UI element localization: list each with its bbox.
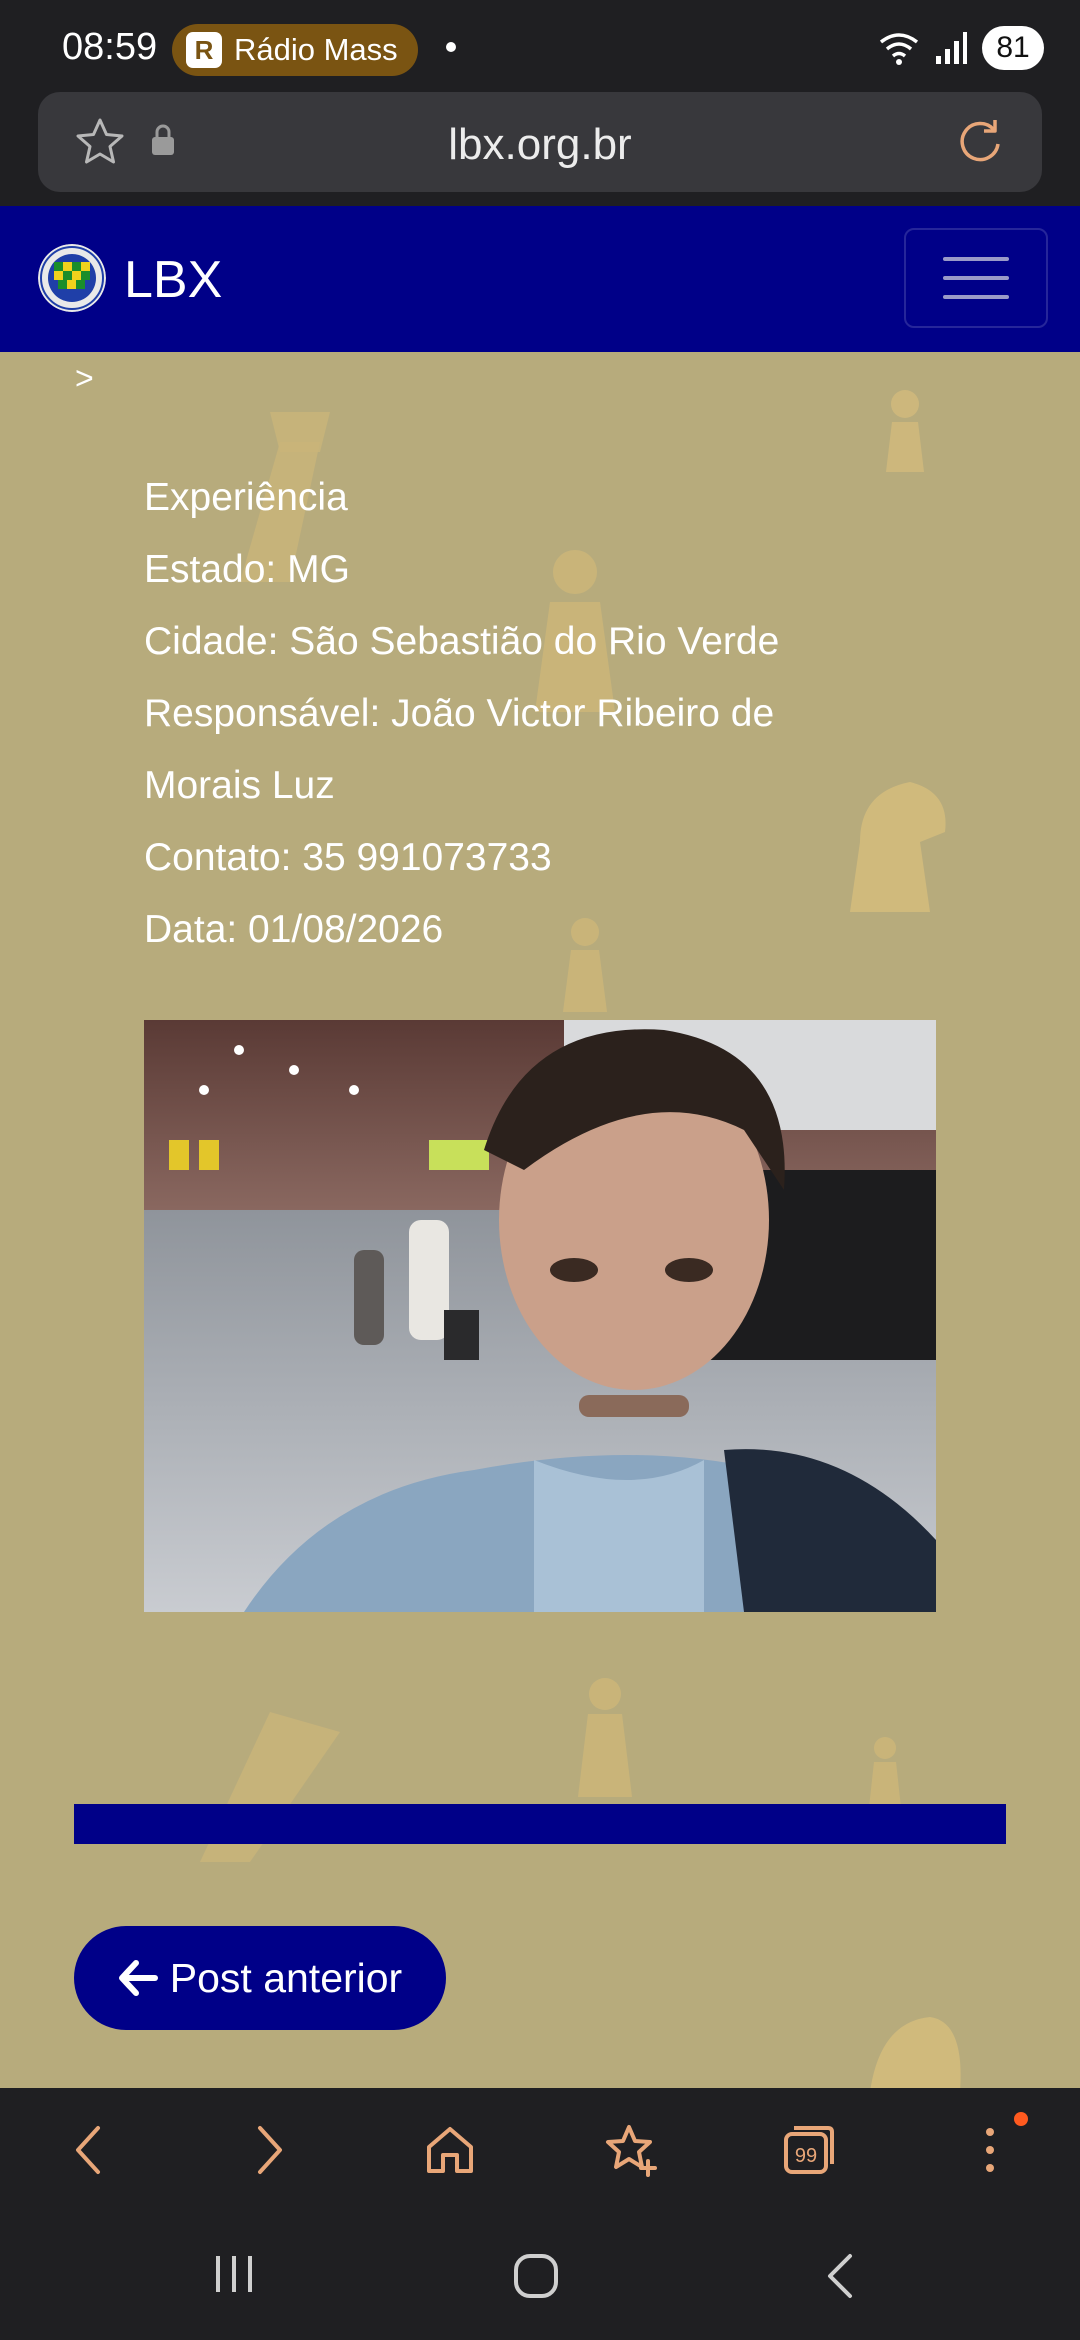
svg-text:99: 99: [795, 2145, 817, 2167]
forward-icon: [258, 2126, 282, 2174]
bookmarks-button[interactable]: [598, 2118, 662, 2182]
page-content: > Experiência Estado: MG Cidade: São Seb…: [0, 352, 1080, 2088]
post-contato: Contato: 35 991073733: [144, 836, 552, 879]
tabs-icon: 99: [784, 2126, 834, 2174]
browser-toolbar: 99: [0, 2088, 1080, 2212]
hamburger-line: [943, 295, 1009, 299]
arrow-left-icon: [118, 1960, 158, 1996]
section-divider: [74, 1804, 1006, 1844]
post-estado: Estado: MG: [144, 548, 350, 591]
reload-icon[interactable]: [954, 116, 1006, 168]
globe-logo-icon: [38, 244, 106, 312]
back-icon: [76, 2126, 100, 2174]
pawn-watermark-icon: [886, 390, 924, 472]
lbx-logo[interactable]: [38, 244, 106, 312]
post-photo: [144, 1020, 936, 1612]
wifi-icon: [879, 33, 919, 65]
hamburger-icon: [943, 257, 1009, 261]
browser-url-area: lbx.org.br: [0, 92, 1080, 206]
previous-post-button[interactable]: Post anterior: [74, 1926, 446, 2030]
site-brand[interactable]: LBX: [124, 250, 222, 310]
update-dot-icon: [1014, 2112, 1028, 2126]
forward-button[interactable]: [238, 2118, 302, 2182]
home-button[interactable]: [418, 2118, 482, 2182]
previous-post-label: Post anterior: [169, 1954, 403, 2001]
radio-label: Rádio Mass: [234, 32, 398, 67]
site-navbar: LBX: [0, 206, 1080, 352]
battery-indicator: 81: [982, 26, 1044, 70]
menu-toggle-button[interactable]: [904, 228, 1048, 328]
post-responsavel: Responsável: João Victor Ribeiro de Mora…: [144, 692, 775, 807]
back-nav-icon[interactable]: [822, 2252, 858, 2300]
app-root: 08:59 R Rádio Mass 81 lbx.org.br LBX > E…: [0, 0, 1080, 2340]
post-cidade: Cidade: São Sebastião do Rio Verde: [144, 620, 780, 663]
url-bar[interactable]: lbx.org.br: [38, 92, 1042, 192]
breadcrumb[interactable]: >: [75, 360, 94, 397]
bookmarks-icon: [606, 2125, 657, 2177]
hamburger-line: [943, 276, 1009, 280]
pawn-watermark-icon: [578, 1678, 632, 1797]
home-nav-icon[interactable]: [512, 2252, 560, 2300]
status-indicators: 81: [878, 26, 1044, 70]
status-time: 08:59: [62, 26, 158, 68]
post-info: Experiência Estado: MG Cidade: São Sebas…: [144, 462, 864, 966]
more-icon: [986, 2128, 994, 2172]
knight-watermark-icon: [870, 2017, 961, 2088]
status-bar: 08:59 R Rádio Mass 81: [0, 0, 1080, 92]
back-button[interactable]: [56, 2118, 120, 2182]
signal-icon: [936, 32, 967, 64]
home-icon: [427, 2127, 473, 2173]
tabs-button[interactable]: 99: [776, 2118, 840, 2182]
post-title: Experiência: [144, 476, 348, 519]
system-navigation-bar: [0, 2212, 1080, 2340]
radio-chip[interactable]: R Rádio Mass: [172, 24, 418, 76]
post-data: Data: 01/08/2026: [144, 908, 444, 951]
recent-apps-icon[interactable]: [212, 2252, 256, 2296]
url-text[interactable]: lbx.org.br: [38, 120, 1042, 170]
more-button[interactable]: [958, 2118, 1022, 2182]
notification-dot-icon: [446, 42, 456, 52]
radio-logo-icon: R: [186, 32, 222, 68]
